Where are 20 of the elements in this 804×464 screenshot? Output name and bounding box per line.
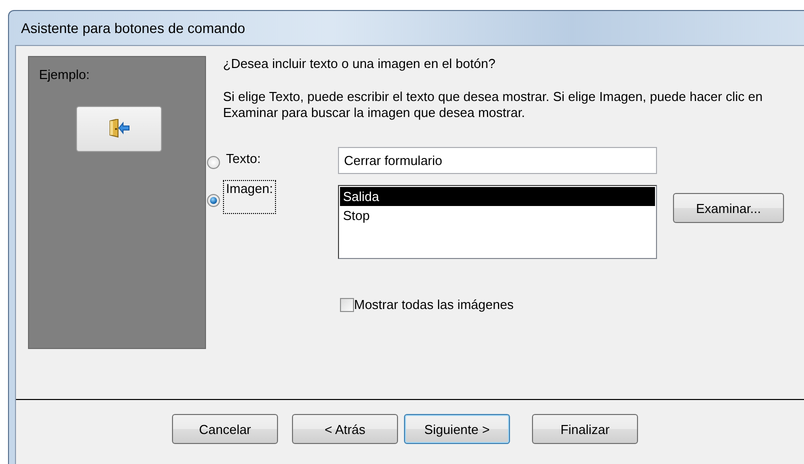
checkbox-label[interactable]: Mostrar todas las imágenes [354, 297, 514, 312]
list-item[interactable]: Salida [340, 187, 655, 206]
wizard-button[interactable]: Siguiente > [404, 414, 510, 444]
image-list[interactable]: Salida Stop [338, 185, 657, 259]
door-arrow-icon [108, 119, 130, 139]
question-text: ¿Desea incluir texto o una imagen en el botón? [223, 56, 496, 71]
radio-label[interactable]: Texto: [223, 150, 264, 168]
instructions-text: Si elige Texto, puede escribir el texto que desea mostrar. Si elige Imagen, puede hacer clic en Examinar para buscar la imagen que desea mostrar. [223, 89, 764, 121]
wizard-button[interactable]: Cancelar [172, 414, 278, 444]
browse-button[interactable]: Examinar... [673, 193, 784, 223]
text-field[interactable]: Cerrar formulario [338, 147, 657, 174]
window-title: Asistente para botones de comando [21, 20, 246, 36]
radio-button[interactable] [207, 194, 220, 206]
radio-button[interactable] [207, 156, 220, 168]
example-label: Ejemplo: [39, 67, 91, 82]
wizard-button[interactable]: < Atrás [292, 414, 398, 444]
checkbox[interactable] [340, 298, 354, 312]
wizard-button[interactable]: Finalizar [532, 414, 638, 444]
radio-label[interactable]: Imagen: [223, 180, 276, 214]
list-item[interactable]: Stop [340, 206, 655, 225]
